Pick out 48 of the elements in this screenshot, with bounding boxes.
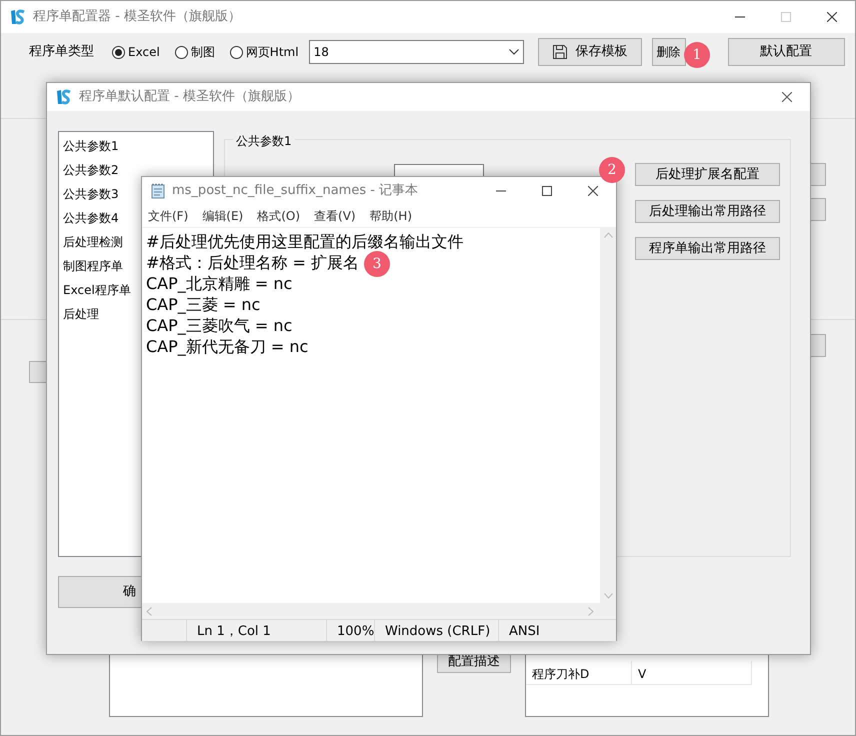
status-text: Ln 1，Col 1 [186,620,326,641]
menu-item[interactable]: 文件(F) [148,207,188,225]
text-line: CAP_新代无备刀 = nc [146,336,308,357]
scroll-down-icon[interactable] [604,593,612,599]
save-icon [552,44,568,60]
status-text: ANSI [498,620,616,641]
vertical-scrollbar[interactable] [600,228,616,603]
text-line: #格式：后处理名称 = 扩展名 [146,252,359,273]
template-dropdown[interactable]: 18 [308,40,524,64]
menu-item[interactable]: 格式(O) [257,207,300,225]
horizontal-scrollbar[interactable] [142,603,616,619]
text-line: CAP_三菱吹气 = nc [146,315,292,336]
status-text: 100% [326,620,374,641]
nav-item[interactable]: 公共参数1 [63,134,213,158]
text-line: CAP_北京精雕 = nc [146,273,292,294]
close-icon[interactable] [827,12,837,22]
app-logo-icon [9,8,27,26]
save-template-button[interactable]: 保存模板 [538,38,642,66]
radio-option[interactable]: 网页Html [230,43,299,61]
text-line: CAP_三菱 = nc [146,294,260,315]
menu-item[interactable]: 编辑(E) [202,207,244,225]
menu-item[interactable]: 帮助(H) [370,207,412,225]
delete-button[interactable]: 删除 [652,38,686,66]
window-title: 程序单默认配置 - 模圣软件（旗舰版） [79,88,300,106]
notepad-icon [150,183,166,199]
caret-icon [508,49,519,55]
window-title: 程序单配置器 - 模圣软件（旗舰版） [33,8,241,26]
scroll-left-icon[interactable] [146,606,152,616]
default-config-button[interactable]: 默认配置 [728,38,845,66]
close-icon[interactable] [588,186,598,196]
menu-item[interactable]: 查看(V) [314,207,356,225]
text-line: #后处理优先使用这里配置的后缀名输出文件 [146,231,464,252]
scroll-right-icon[interactable] [588,606,594,616]
scroll-up-icon[interactable] [604,232,612,238]
radio-option[interactable]: Excel [112,43,160,61]
config-button[interactable]: 后处理扩展名配置 [635,163,780,186]
group-title: 公共参数1 [233,132,295,150]
type-label: 程序单类型 [29,43,94,62]
config-button[interactable]: 程序单输出常用路径 [635,237,780,260]
status-text: Windows (CRLF) [374,620,498,641]
maximize-icon[interactable] [542,186,552,196]
window-title: ms_post_nc_file_suffix_names - 记事本 [172,182,418,200]
radio-option[interactable]: 制图 [174,43,215,61]
close-icon[interactable] [782,92,792,102]
app-logo-icon [55,88,73,106]
table-cell: V [632,661,752,685]
table-cell: 程序刀补D [526,661,632,685]
config-button[interactable]: 后处理输出常用路径 [635,200,780,223]
